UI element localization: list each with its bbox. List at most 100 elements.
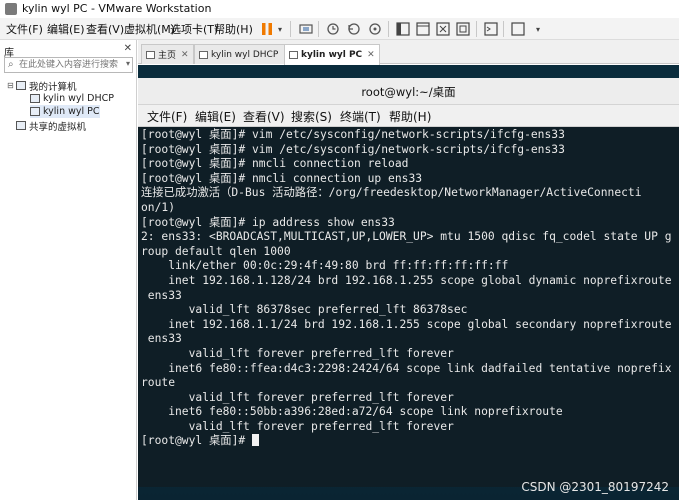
home-icon — [146, 50, 155, 59]
terminal-menu-help[interactable]: 帮助(H) — [389, 108, 431, 125]
watermark: CSDN @2301_80197242 — [521, 480, 669, 494]
vm-display[interactable]: root@wyl:~/桌面 文件(F) 编辑(E) 查看(V) 搜索(S) 终端… — [138, 65, 679, 500]
terminal-menu-terminal[interactable]: 终端(T) — [340, 108, 381, 125]
terminal-line: inet6 fe80::ffea:d4c3:2298:2424/64 scope… — [141, 361, 672, 375]
snapshot-icon — [299, 24, 313, 34]
console-view-icon — [416, 22, 430, 36]
terminal-line: ens33 — [141, 288, 182, 302]
tab-vm-pc[interactable]: kylin wyl PC ✕ — [284, 44, 380, 65]
dropdown-icon[interactable]: ▾ — [126, 59, 130, 68]
vm-icon — [289, 51, 298, 59]
library-view-icon — [396, 22, 410, 36]
revert-icon — [327, 23, 339, 35]
menu-help[interactable]: 帮助(H) — [214, 21, 253, 37]
tab-vm-dhcp-label: kylin wyl DHCP — [211, 49, 279, 60]
vmware-app-icon — [5, 3, 17, 15]
terminal-line: roup default qlen 1000 — [141, 244, 291, 258]
text-cursor — [252, 434, 260, 447]
close-icon: ✕ — [123, 43, 132, 54]
console-view-icon — [484, 22, 498, 36]
terminal-line: [root@wyl 桌面]# vim /etc/sysconfig/networ… — [141, 142, 565, 156]
terminal-line: route — [141, 376, 176, 390]
vm-icon — [199, 50, 208, 59]
terminal-line: valid_lft forever preferred_lft forever — [141, 390, 454, 404]
library-panel: 库 ✕ ⌕ ▾ ⊟ 我的计算机 kylin wyl DHCP kylin wyl… — [0, 40, 137, 500]
menu-vm[interactable]: 虚拟机(M) — [124, 21, 175, 37]
terminal-line: on/1) — [141, 200, 176, 214]
unity-icon — [456, 22, 470, 36]
terminal-line: inet6 fe80::50bb:a396:28ed:a72/64 scope … — [141, 405, 563, 419]
take-snapshot-button[interactable] — [324, 20, 342, 38]
dropdown-icon: ▾ — [277, 24, 282, 34]
search-icon: ⌕ — [8, 59, 14, 70]
revert-icon — [348, 23, 360, 35]
terminal-output[interactable]: [root@wyl 桌面]# vim /etc/sysconfig/networ… — [141, 128, 679, 483]
tree-shared-vms[interactable]: 共享的虚拟机 — [16, 119, 87, 133]
terminal-prompt: [root@wyl 桌面]# — [141, 434, 253, 448]
fullscreen-button[interactable] — [434, 20, 452, 38]
library-search: ⌕ ▾ — [4, 57, 133, 73]
terminal-window[interactable]: root@wyl:~/桌面 文件(F) 编辑(E) 查看(V) 搜索(S) 终端… — [138, 78, 679, 487]
tab-home-label: 主页 — [158, 51, 177, 61]
terminal-titlebar: root@wyl:~/桌面 — [138, 78, 679, 105]
menu-tabs[interactable]: 选项卡(T) — [170, 21, 218, 37]
terminal-line: ens33 — [141, 332, 182, 346]
stretch-dropdown-button[interactable]: ▾ — [529, 20, 547, 38]
tree-vm-pc-label: kylin wyl PC — [43, 106, 100, 117]
close-icon[interactable]: ✕ — [367, 50, 375, 60]
show-library-button[interactable] — [394, 20, 412, 38]
terminal-console-button[interactable] — [482, 20, 500, 38]
stretch-button[interactable] — [509, 20, 527, 38]
tab-vm-dhcp[interactable]: kylin wyl DHCP ✕ — [194, 44, 296, 64]
terminal-line: inet 192.168.1.128/24 brd 192.168.1.255 … — [141, 273, 672, 287]
terminal-menu-edit[interactable]: 编辑(E) — [195, 108, 236, 125]
terminal-line: [root@wyl 桌面]# ip address show ens33 — [141, 215, 395, 229]
dropdown-icon: ▾ — [535, 24, 540, 34]
terminal-line: [root@wyl 桌面]# vim /etc/sysconfig/networ… — [141, 128, 565, 141]
terminal-line: valid_lft forever preferred_lft forever — [141, 346, 454, 360]
menu-file[interactable]: 文件(F) — [6, 21, 43, 37]
tree-vm-dhcp-label: kylin wyl DHCP — [43, 93, 114, 104]
revert-snapshot-button[interactable] — [345, 20, 363, 38]
unity-button[interactable] — [454, 20, 472, 38]
close-icon[interactable]: ✕ — [181, 50, 189, 60]
terminal-menu-file[interactable]: 文件(F) — [147, 108, 187, 125]
terminal-line: valid_lft 86378sec preferred_lft 86378se… — [141, 303, 468, 317]
tree-my-computer[interactable]: ⊟ 我的计算机 — [7, 79, 77, 93]
terminal-line: 2: ens33: <BROADCAST,MULTICAST,UP,LOWER_… — [141, 230, 672, 244]
terminal-line: [root@wyl 桌面]# nmcli connection reload — [141, 157, 409, 171]
terminal-line: link/ether 00:0c:29:4f:49:80 brd ff:ff:f… — [141, 259, 509, 273]
tree-my-computer-label: 我的计算机 — [29, 81, 77, 93]
manage-snapshots-button[interactable] — [366, 20, 384, 38]
menu-toolbar-row: 文件(F) 编辑(E) 查看(V) 虚拟机(M) 选项卡(T) 帮助(H) ▾ — [0, 18, 679, 40]
terminal-menu-search[interactable]: 搜索(S) — [291, 108, 332, 125]
pause-icon — [262, 23, 272, 35]
power-dropdown-button[interactable]: ▾ — [275, 20, 285, 38]
tree-vm-pc[interactable]: kylin wyl PC — [30, 105, 100, 118]
menu-view[interactable]: 查看(V) — [86, 21, 124, 37]
tab-home[interactable]: 主页 ✕ — [141, 44, 194, 64]
thumbnail-button[interactable] — [414, 20, 432, 38]
collapse-icon[interactable]: ⊟ — [7, 81, 16, 90]
pause-button[interactable] — [258, 20, 276, 38]
terminal-line: [root@wyl 桌面]# nmcli connection up ens33 — [141, 171, 423, 185]
terminal-prompt-line[interactable]: [root@wyl 桌面]# — [141, 434, 679, 449]
vm-icon — [30, 107, 40, 116]
library-search-input[interactable] — [19, 58, 121, 72]
menu-edit[interactable]: 编辑(E) — [47, 21, 85, 37]
tab-bar: 主页 ✕ kylin wyl DHCP ✕ kylin wyl PC ✕ — [138, 40, 679, 65]
send-keys-button[interactable] — [297, 20, 315, 38]
library-close-button[interactable]: ✕ — [124, 43, 132, 54]
terminal-line: 连接已成功激活（D-Bus 活动路径：/org/freedesktop/Netw… — [141, 186, 642, 200]
shared-icon — [16, 121, 26, 130]
fullscreen-icon — [436, 22, 450, 36]
terminal-line: inet 192.168.1.1/24 brd 192.168.1.255 sc… — [141, 317, 672, 331]
computer-icon — [16, 81, 26, 90]
vm-icon — [30, 94, 40, 103]
terminal-menu-view[interactable]: 查看(V) — [243, 108, 285, 125]
tree-vm-dhcp[interactable]: kylin wyl DHCP — [30, 92, 114, 105]
manage-snapshots-icon — [369, 23, 381, 35]
window-titlebar: kylin wyl PC - VMware Workstation — [0, 0, 679, 18]
stretch-icon — [511, 22, 525, 36]
tree-shared-vms-label: 共享的虚拟机 — [29, 121, 87, 133]
